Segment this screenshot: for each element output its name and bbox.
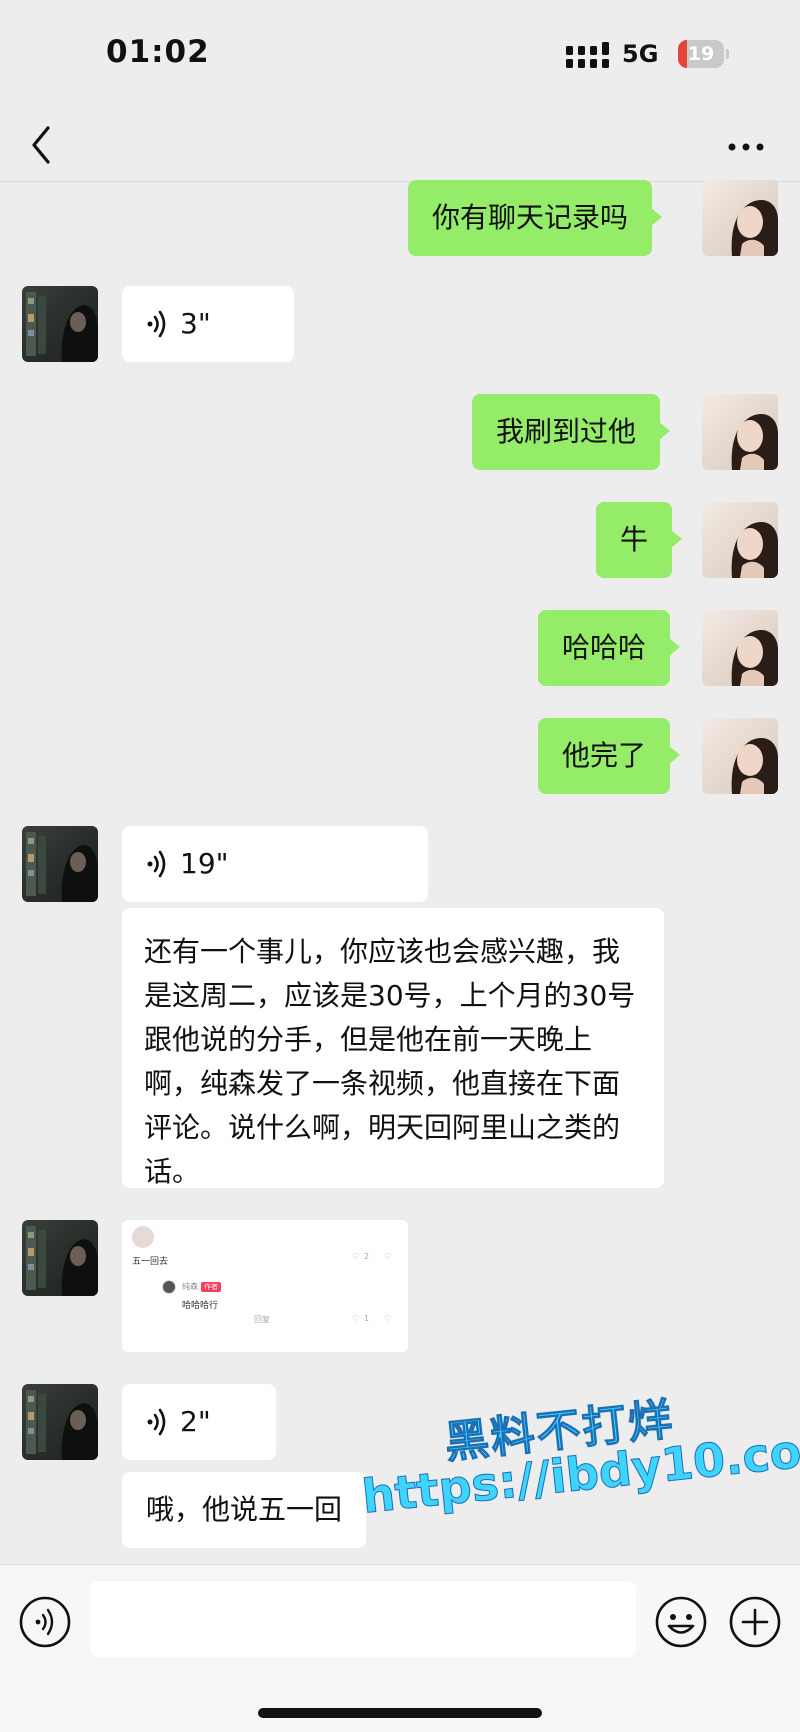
message-bubble-sent[interactable]: 牛 bbox=[596, 502, 683, 578]
message-bubble-received[interactable]: 哦，他说五一回 bbox=[122, 1472, 367, 1548]
battery-tip bbox=[726, 49, 729, 59]
avatar[interactable] bbox=[702, 502, 778, 578]
voice-message[interactable]: 19" bbox=[122, 826, 428, 902]
voice-duration: 2" bbox=[180, 1405, 211, 1438]
message-input[interactable] bbox=[90, 1581, 636, 1657]
input-bar bbox=[0, 1564, 800, 1732]
comment-text: 五一回去 bbox=[132, 1257, 169, 1267]
avatar[interactable] bbox=[22, 826, 98, 902]
message-bubble-sent[interactable]: 我刷到过他 bbox=[472, 394, 671, 470]
avatar[interactable] bbox=[702, 718, 778, 794]
chat-header bbox=[0, 110, 800, 182]
dislike-icon: ♡ bbox=[384, 1314, 392, 1323]
clock: 01:02 bbox=[106, 34, 210, 70]
heart-icon: ♡ bbox=[352, 1314, 360, 1323]
status-bar: 01:02 5G 19 bbox=[0, 0, 800, 110]
voice-message[interactable]: 3" bbox=[122, 286, 294, 362]
chevron-left-icon[interactable] bbox=[24, 120, 64, 170]
dislike-icon: ♡ bbox=[384, 1252, 392, 1261]
network-type: 5G bbox=[622, 40, 659, 68]
watermark: 黑料不打烊 https://ibdy10.com bbox=[354, 1372, 800, 1555]
author-avatar bbox=[162, 1280, 176, 1294]
voice-wave-icon bbox=[147, 850, 166, 878]
reply-text: 哈哈哈行 bbox=[182, 1301, 219, 1311]
message-bubble-sent[interactable]: 哈哈哈 bbox=[538, 610, 681, 686]
like-count: 2 bbox=[364, 1252, 370, 1261]
message-bubble-sent[interactable]: 他完了 bbox=[538, 718, 681, 794]
heart-icon: ♡ bbox=[352, 1252, 360, 1261]
voice-message[interactable]: 2" bbox=[122, 1384, 276, 1460]
voice-duration: 19" bbox=[180, 847, 229, 880]
plus-icon[interactable] bbox=[728, 1595, 782, 1649]
commenter-avatar bbox=[132, 1226, 154, 1248]
home-indicator[interactable] bbox=[258, 1708, 542, 1718]
voice-wave-icon bbox=[147, 1408, 166, 1436]
emoji-icon[interactable] bbox=[654, 1595, 708, 1649]
voice-wave-icon bbox=[147, 310, 166, 338]
signal-icon bbox=[566, 42, 609, 68]
avatar[interactable] bbox=[702, 180, 778, 256]
message-bubble-sent[interactable]: 你有聊天记录吗 bbox=[408, 180, 663, 256]
reply-action: 回复 bbox=[254, 1315, 270, 1324]
avatar[interactable] bbox=[22, 1220, 98, 1296]
avatar[interactable] bbox=[702, 394, 778, 470]
battery-icon: 19 bbox=[678, 40, 724, 68]
message-bubble-received[interactable]: 还有一个事儿，你应该也会感兴趣，我是这周二，应该是30号，上个月的30号跟他说的… bbox=[122, 908, 664, 1188]
shared-screenshot[interactable]: 五一回去 ♡ 2 ♡ 纯森 作者 哈哈哈行 回复 ♡ 1 ♡ bbox=[122, 1220, 408, 1352]
voice-icon[interactable] bbox=[18, 1595, 72, 1649]
reply-author: 纯森 作者 bbox=[182, 1281, 221, 1292]
avatar[interactable] bbox=[702, 610, 778, 686]
author-tag: 作者 bbox=[201, 1282, 221, 1292]
battery-level: 19 bbox=[687, 43, 715, 65]
avatar[interactable] bbox=[22, 1384, 98, 1460]
voice-duration: 3" bbox=[180, 307, 211, 340]
more-dots-icon[interactable] bbox=[726, 132, 766, 162]
like-count: 1 bbox=[364, 1314, 370, 1323]
avatar[interactable] bbox=[22, 286, 98, 362]
